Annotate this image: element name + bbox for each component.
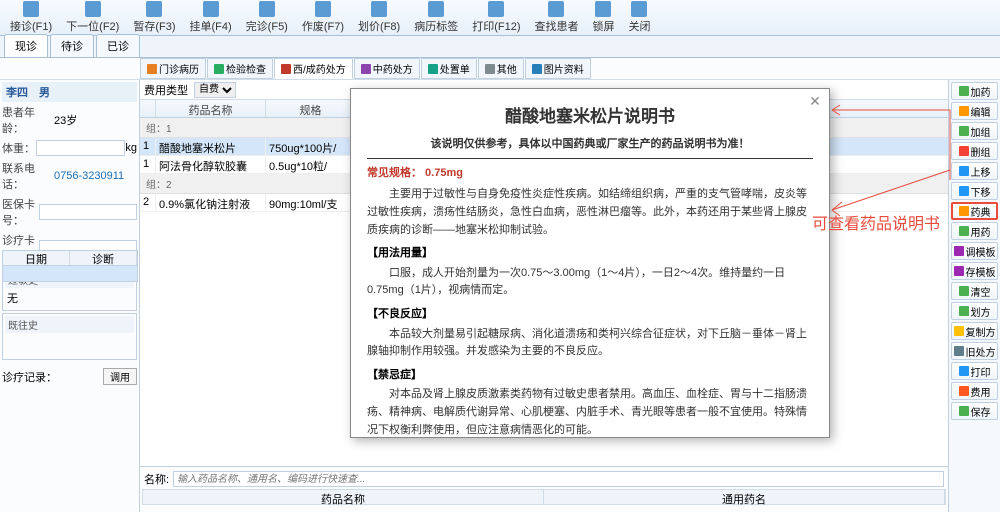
toolbar-btn[interactable]: 完诊(F5) <box>240 0 294 36</box>
subtab[interactable]: 其他 <box>478 58 524 79</box>
drug-search: 名称: 药品名称通用药名 <box>140 466 948 512</box>
action-btn-存模板[interactable]: 存模板 <box>951 262 998 280</box>
toolbar-btn[interactable]: 锁屏 <box>586 0 620 36</box>
subtab[interactable]: 门诊病历 <box>140 58 206 79</box>
subtab[interactable]: 中药处方 <box>354 58 420 79</box>
action-btn-旧处方[interactable]: 旧处方 <box>951 342 998 360</box>
drug-manual-popup: ✕ 醋酸地塞米松片说明书 该说明仅供参考，具体以中国药典或厂家生产的药品说明书为… <box>350 88 830 438</box>
toolbar-btn[interactable]: 查找患者 <box>528 0 584 36</box>
card-input[interactable] <box>39 204 137 220</box>
weight-input[interactable] <box>36 140 126 156</box>
action-btn-费用[interactable]: 费用 <box>951 382 998 400</box>
tab[interactable]: 现诊 <box>4 34 48 57</box>
sub-tabs: 门诊病历检验检查西/成药处方中药处方处置单其他图片资料 <box>0 58 1000 80</box>
subtab[interactable]: 处置单 <box>421 58 477 79</box>
toolbar-btn[interactable]: 关闭 <box>622 0 656 36</box>
drug-search-input[interactable] <box>173 471 944 487</box>
tab[interactable]: 已诊 <box>96 34 140 57</box>
patient-name: 李四 <box>6 87 28 99</box>
patient-sex: 男 <box>39 87 50 99</box>
diag-row[interactable] <box>2 266 138 282</box>
toolbar-btn[interactable]: 打印(F12) <box>466 0 526 36</box>
toolbar-btn[interactable]: 接诊(F1) <box>4 0 58 36</box>
patient-panel: 李四 男 患者年龄：23岁 体重：kg 联系电话：0756-3230911 医保… <box>0 80 140 512</box>
invoke-button[interactable]: 调用 <box>103 368 137 385</box>
subtab[interactable]: 西/成药处方 <box>274 58 353 79</box>
fee-select[interactable]: 自费 <box>194 82 236 98</box>
toolbar-btn[interactable]: 下一位(F2) <box>60 0 125 36</box>
popup-title: 醋酸地塞米松片说明书 <box>367 103 813 130</box>
toolbar-btn[interactable]: 暂存(F3) <box>127 0 181 36</box>
action-btn-复制方[interactable]: 复制方 <box>951 322 998 340</box>
action-btn-清空[interactable]: 清空 <box>951 282 998 300</box>
main-tabs: 现诊待诊已诊 <box>0 36 1000 58</box>
subtab[interactable]: 图片资料 <box>525 58 591 79</box>
toolbar-btn[interactable]: 作废(F7) <box>296 0 350 36</box>
toolbar-btn[interactable]: 划价(F8) <box>352 0 406 36</box>
subtab[interactable]: 检验检查 <box>207 58 273 79</box>
toolbar-btn[interactable]: 病历标签 <box>408 0 464 36</box>
action-btn-保存[interactable]: 保存 <box>951 402 998 420</box>
action-btn-划方[interactable]: 划方 <box>951 302 998 320</box>
close-icon[interactable]: ✕ <box>807 93 823 109</box>
main-toolbar: 接诊(F1)下一位(F2)暂存(F3)挂单(F4)完诊(F5)作废(F7)划价(… <box>0 0 1000 36</box>
action-btn-加药[interactable]: 加药 <box>951 82 998 100</box>
annotation: 可查看药品说明书 <box>812 210 940 234</box>
toolbar-btn[interactable]: 挂单(F4) <box>184 0 238 36</box>
action-btn-调模板[interactable]: 调模板 <box>951 242 998 260</box>
tab[interactable]: 待诊 <box>50 34 94 57</box>
action-btn-打印[interactable]: 打印 <box>951 362 998 380</box>
